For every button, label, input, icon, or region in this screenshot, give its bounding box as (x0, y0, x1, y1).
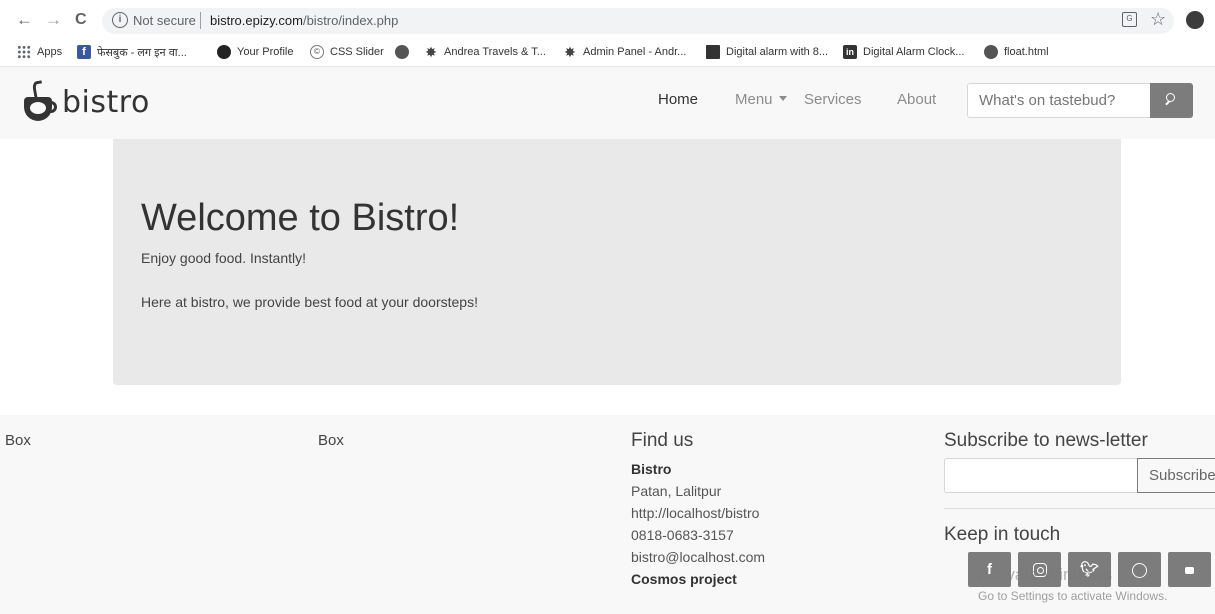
subscribe-button[interactable]: Subscribe (1137, 458, 1215, 493)
whatsapp-button[interactable] (1118, 552, 1161, 587)
hero-text: Here at bistro, we provide best food at … (141, 294, 478, 310)
url-text[interactable]: bistro.epizy.com/bistro/index.php (210, 13, 398, 28)
coffee-cup-icon (22, 80, 58, 123)
translate-icon[interactable]: G (1122, 12, 1137, 27)
search-input[interactable] (967, 83, 1151, 118)
youtube-button[interactable] (1168, 552, 1211, 587)
bookmark-label: Digital alarm with 8... (726, 46, 829, 58)
find-us-website[interactable]: http://localhost/bistro (631, 505, 759, 521)
whatsapp-icon (1132, 562, 1147, 578)
url-host: bistro.epizy.com (210, 13, 303, 28)
find-us-address: Patan, Lalitpur (631, 483, 722, 499)
facebook-icon: f (77, 45, 91, 59)
bookmark-label: Andrea Travels & T... (444, 46, 546, 58)
apps-icon (17, 45, 31, 59)
find-us-phone: 0818-0683-3157 (631, 527, 734, 543)
bookmark-your-profile[interactable]: Your Profile (217, 43, 293, 61)
footer-box-1: Box (5, 432, 31, 449)
nav-services[interactable]: Services (804, 91, 862, 108)
find-us-email[interactable]: bistro@localhost.com (631, 549, 765, 565)
security-label[interactable]: Not secure (133, 13, 196, 28)
bookmark-admin-panel[interactable]: ✸ Admin Panel - Andr... (563, 43, 686, 61)
url-path: /bistro/index.php (302, 13, 399, 28)
keep-in-touch-heading: Keep in touch (944, 524, 1061, 545)
back-button[interactable]: ← (16, 10, 33, 30)
find-us-project: Cosmos project (631, 571, 737, 587)
footer-box-2: Box (318, 432, 344, 449)
star-logo-icon: ✸ (564, 44, 576, 60)
nav-home[interactable]: Home (658, 91, 698, 108)
subscribe-heading: Subscribe to news-letter (944, 430, 1148, 451)
browser-toolbar: ← → C i Not secure bistro.epizy.com/bist… (0, 0, 1215, 40)
newsletter-email-input[interactable] (944, 458, 1138, 493)
reload-button[interactable]: C (75, 10, 87, 30)
bookmarks-bar: Apps f फेसबुक - लग इन वा... Your Profile … (0, 40, 1215, 66)
hero-lead: Enjoy good food. Instantly! (141, 250, 306, 266)
find-us-name: Bistro (631, 461, 672, 477)
bookmark-label: फेसबुक - लग इन वा... (97, 46, 187, 59)
document-icon (706, 45, 720, 59)
globe-icon (395, 45, 409, 59)
bookmark-apps[interactable]: Apps (17, 43, 62, 61)
bookmark-label: float.html (1004, 46, 1049, 58)
footer-divider (944, 508, 1215, 509)
globe-icon (984, 45, 998, 59)
nav-menu-dropdown[interactable]: Menu (735, 91, 787, 108)
youtube-icon (1185, 566, 1194, 574)
search-button[interactable] (1150, 83, 1193, 118)
info-icon[interactable]: i (112, 12, 128, 28)
profile-avatar-icon[interactable] (1186, 11, 1204, 29)
forward-button[interactable]: → (45, 10, 62, 30)
bookmark-digital-alarm[interactable]: Digital alarm with 8... (706, 43, 828, 61)
nav-menu-label: Menu (735, 91, 773, 108)
bookmark-globe[interactable] (395, 43, 415, 61)
hero-title: Welcome to Bistro! (141, 197, 460, 239)
bookmark-float-html[interactable]: float.html (984, 43, 1049, 61)
bookmark-label: Digital Alarm Clock... (863, 46, 965, 58)
bookmark-label: Your Profile (237, 46, 294, 58)
caret-down-icon (778, 95, 787, 101)
bookmark-label: CSS Slider (330, 46, 384, 58)
nav-about[interactable]: About (897, 91, 936, 108)
github-icon (217, 45, 231, 59)
address-divider (200, 12, 201, 29)
find-us-heading: Find us (631, 430, 694, 451)
css-slider-icon: © (310, 45, 324, 59)
star-logo-icon: ✸ (425, 44, 437, 60)
hero-jumbotron: Welcome to Bistro! Enjoy good food. Inst… (113, 139, 1121, 385)
bookmark-label: Apps (37, 46, 63, 58)
bookmark-css-slider[interactable]: © CSS Slider (310, 43, 384, 61)
activate-windows-hint: Go to Settings to activate Windows. (978, 589, 1168, 603)
bookmark-label: Admin Panel - Andr... (583, 46, 687, 58)
linkedin-icon: in (843, 45, 857, 59)
brand-logo[interactable]: bistro (22, 80, 150, 123)
bookmark-star-icon[interactable]: ☆ (1150, 9, 1166, 30)
activate-windows-title: Activate Windows (978, 565, 1113, 584)
bookmark-andrea-travels[interactable]: ✸ Andrea Travels & T... (424, 43, 546, 61)
bookmark-digital-alarm-clock[interactable]: in Digital Alarm Clock... (843, 43, 964, 61)
site-navbar: bistro Home Menu Services About (0, 66, 1215, 139)
brand-name: bistro (62, 84, 150, 120)
bookmark-facebook[interactable]: f फेसबुक - लग इन वा... (77, 43, 187, 61)
